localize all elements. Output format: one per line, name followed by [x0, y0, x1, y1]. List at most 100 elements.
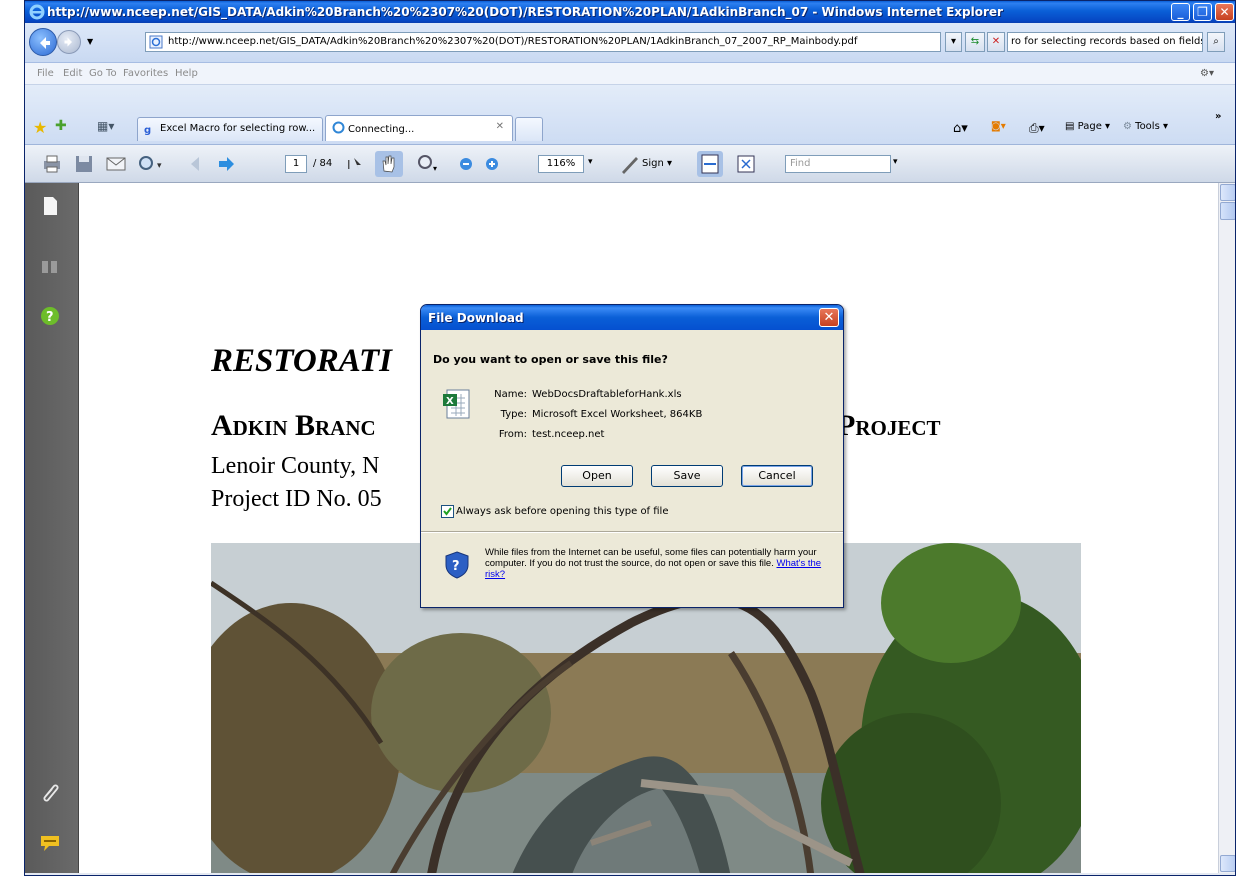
zoom-out-icon[interactable] — [457, 153, 475, 175]
zoom-tool-icon[interactable]: ▾ — [415, 153, 441, 175]
maximize-button[interactable]: ❐ — [1193, 3, 1212, 21]
open-button[interactable]: Open — [561, 465, 633, 487]
previous-page-icon[interactable] — [185, 153, 207, 175]
help-icon[interactable]: ? — [39, 305, 61, 327]
svg-text:▾: ▾ — [433, 164, 437, 173]
tab-row: ★ ✚ ▦▾ g Excel Macro for selecting row...… — [25, 85, 1235, 145]
svg-text:?: ? — [46, 310, 54, 325]
save-button[interactable]: Save — [651, 465, 723, 487]
always-ask-label[interactable]: Always ask before opening this type of f… — [456, 506, 669, 517]
search-document-icon[interactable]: ▾ — [137, 153, 169, 175]
stop-button[interactable]: ✕ — [987, 32, 1005, 52]
scroll-down-button[interactable] — [1220, 855, 1235, 872]
cancel-button[interactable]: Cancel — [741, 465, 813, 487]
bookmarks-icon[interactable] — [39, 255, 61, 277]
internet-explorer-icon — [29, 4, 45, 20]
menu-file[interactable]: File — [37, 68, 54, 79]
back-button[interactable] — [29, 28, 57, 56]
loading-spinner-icon — [332, 121, 345, 134]
file-name-value: WebDocsDraftableforHank.xls — [532, 389, 682, 400]
document-project-id-line: Project ID No. 05 — [211, 486, 382, 512]
more-chevron-icon[interactable]: » — [1215, 111, 1221, 122]
checkmark-icon — [443, 507, 452, 516]
hand-tool-icon[interactable] — [375, 151, 403, 177]
new-tab-button[interactable] — [515, 117, 543, 141]
file-source-value: test.nceep.net — [532, 429, 605, 440]
dialog-divider — [421, 531, 843, 532]
menu-favorites[interactable]: Favorites — [123, 68, 168, 79]
menu-bar: File Edit Go To Favorites Help ⚙▾ — [25, 63, 1235, 85]
save-icon[interactable] — [73, 153, 95, 175]
document-county-line: Lenoir County, N — [211, 453, 380, 479]
dialog-close-button[interactable]: ✕ — [819, 308, 839, 327]
fit-width-icon[interactable] — [697, 151, 723, 177]
dialog-title: File Download — [428, 311, 524, 325]
menu-help[interactable]: Help — [175, 68, 198, 79]
back-arrow-icon — [40, 37, 50, 49]
zoom-level-input[interactable]: 116% — [538, 155, 584, 173]
close-tab-icon[interactable]: ✕ — [496, 121, 504, 132]
page-number-input[interactable]: 1 — [285, 155, 307, 173]
sign-label: Sign — [642, 158, 664, 169]
vertical-scrollbar[interactable] — [1218, 183, 1235, 875]
quick-tabs-icon[interactable]: ▦▾ — [97, 119, 114, 133]
svg-text:I: I — [347, 158, 351, 172]
page-menu[interactable]: ▤ Page ▾ — [1065, 121, 1110, 132]
document-heading-left: Adkin Branc — [211, 409, 376, 442]
dialog-title-bar: File Download ✕ — [421, 305, 843, 330]
forward-arrow-icon — [64, 37, 72, 47]
find-input[interactable]: Find — [785, 155, 891, 173]
find-dropdown-icon[interactable]: ▾ — [893, 157, 898, 167]
print-icon[interactable]: ⎙▾ — [1029, 121, 1045, 136]
zoom-dropdown-icon[interactable]: ▾ — [588, 157, 593, 167]
document-heading-right: Project — [837, 409, 941, 442]
feeds-icon[interactable]: ◙▾ — [991, 121, 1006, 132]
email-icon[interactable] — [105, 153, 127, 175]
svg-text:▾: ▾ — [157, 161, 162, 171]
tab-label: Connecting... — [348, 124, 415, 135]
security-warning-text: While files from the Internet can be use… — [485, 547, 817, 569]
google-icon: g — [144, 125, 152, 136]
acrobat-navigation-panel: ? — [25, 183, 78, 875]
refresh-button[interactable]: ⇆ — [965, 32, 985, 52]
pages-icon[interactable] — [39, 195, 61, 217]
window-title: http://www.nceep.net/GIS_DATA/Adkin%20Br… — [47, 5, 1003, 19]
next-page-icon[interactable] — [215, 153, 237, 175]
menu-goto[interactable]: Go To — [89, 68, 117, 79]
sign-menu[interactable]: Sign ▾ — [642, 158, 672, 169]
tab-excel-macro[interactable]: g Excel Macro for selecting row... — [137, 117, 323, 141]
zoom-in-icon[interactable] — [483, 153, 501, 175]
tools-menu[interactable]: ⚙ Tools ▾ — [1123, 121, 1168, 132]
home-icon[interactable]: ⌂▾ — [953, 121, 968, 136]
address-url: http://www.nceep.net/GIS_DATA/Adkin%20Br… — [168, 36, 858, 47]
favorites-star-icon[interactable]: ★ — [33, 118, 47, 137]
search-input[interactable]: ro for selecting records based on fields — [1007, 32, 1203, 52]
print-icon[interactable] — [41, 153, 63, 175]
history-dropdown-icon[interactable]: ▼ — [87, 37, 93, 46]
select-text-icon[interactable]: I — [345, 153, 367, 175]
address-dropdown-button[interactable]: ▾ — [945, 32, 962, 52]
from-label: From: — [498, 429, 527, 440]
translate-icon[interactable]: ⚙▾ — [1200, 68, 1214, 79]
attachments-icon[interactable] — [39, 781, 61, 803]
always-ask-checkbox[interactable] — [441, 505, 454, 518]
security-warning: While files from the Internet can be use… — [485, 547, 833, 580]
address-bar[interactable]: http://www.nceep.net/GIS_DATA/Adkin%20Br… — [145, 32, 941, 52]
security-shield-icon: ? — [445, 551, 469, 579]
scroll-thumb[interactable] — [1220, 202, 1235, 220]
comments-icon[interactable] — [39, 831, 61, 853]
tab-label: Excel Macro for selecting row... — [160, 123, 316, 134]
forward-button[interactable] — [57, 30, 81, 54]
title-bar: http://www.nceep.net/GIS_DATA/Adkin%20Br… — [25, 1, 1235, 23]
sign-pen-icon[interactable] — [619, 153, 641, 175]
scroll-up-button[interactable] — [1220, 184, 1235, 201]
close-button[interactable]: ✕ — [1215, 3, 1234, 21]
add-favorite-icon[interactable]: ✚ — [55, 118, 67, 134]
search-icon[interactable]: ⌕ — [1207, 32, 1225, 52]
minimize-button[interactable]: _ — [1171, 3, 1190, 21]
address-row: ▼ http://www.nceep.net/GIS_DATA/Adkin%20… — [25, 23, 1235, 63]
fit-page-icon[interactable] — [735, 153, 757, 175]
tab-connecting[interactable]: Connecting... ✕ — [325, 115, 513, 141]
menu-edit[interactable]: Edit — [63, 68, 82, 79]
page-icon — [149, 35, 163, 49]
